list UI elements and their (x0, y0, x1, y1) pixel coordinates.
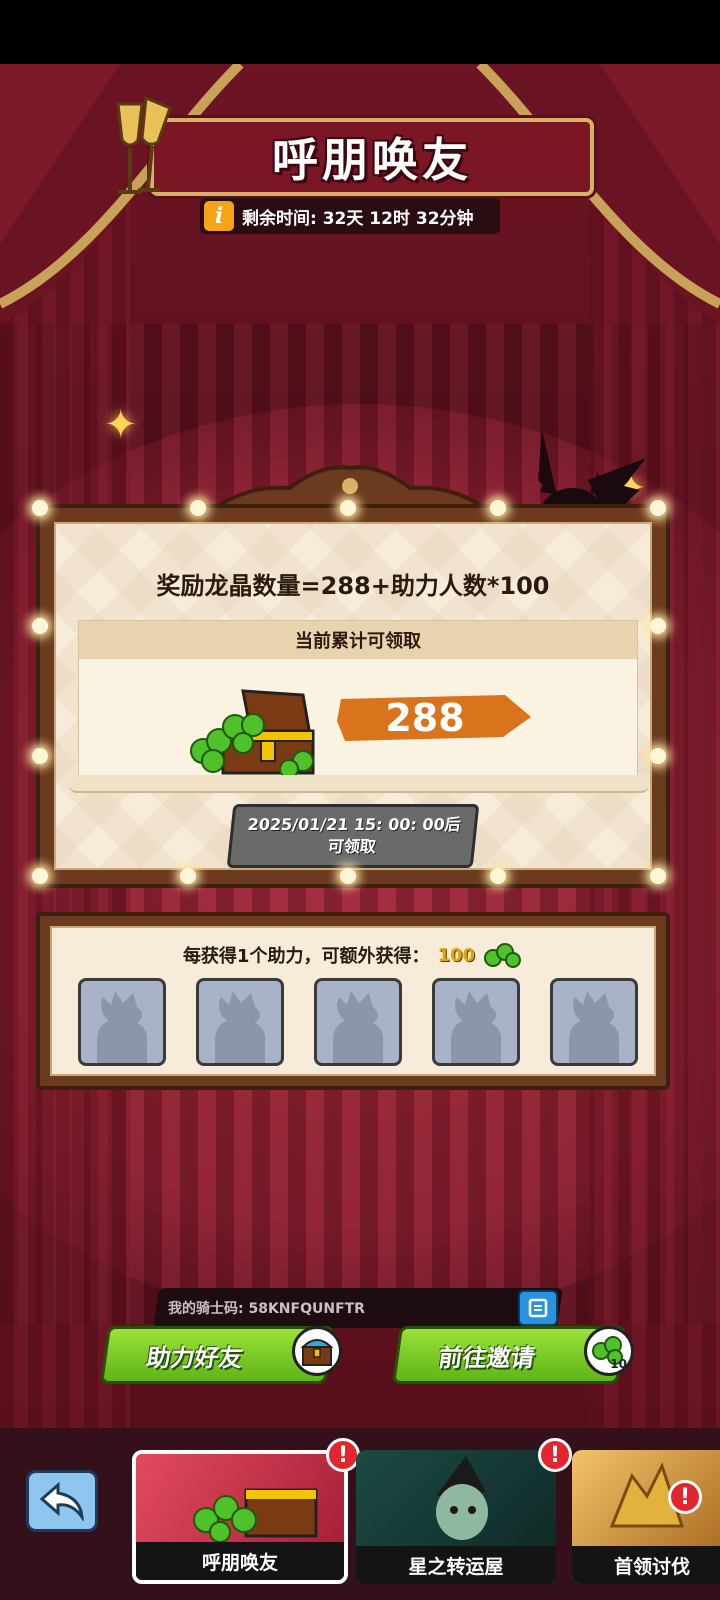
marquee-bulb (650, 868, 666, 884)
copy-icon (528, 1298, 548, 1318)
knight-code: 我的骑士码: 58KNFQUNFTR (168, 1301, 365, 1317)
reward-amount: 288 (385, 696, 465, 740)
helper-slot[interactable] (196, 978, 284, 1066)
marquee-bulb (650, 748, 666, 764)
tab-label: 首领讨伐 (572, 1546, 720, 1584)
chest-bubble (292, 1326, 342, 1376)
avatar-placeholder-icon (215, 991, 266, 1063)
reward-board-inner: 奖励龙晶数量=288+助力人数*100 当前累计可领取 288 2025/01/… (54, 522, 652, 870)
help-friend-label: 助力好友 (144, 1343, 245, 1372)
alert-badge: ! (326, 1438, 360, 1472)
treasure-chest-icon (190, 689, 315, 779)
marquee-bulb (650, 500, 666, 516)
copy-code-button[interactable] (518, 1290, 558, 1326)
helper-slots (78, 978, 638, 1068)
helper-slot[interactable] (78, 978, 166, 1066)
tab-fortune-house[interactable]: 星之转运屋 (356, 1450, 556, 1584)
reward-formula: 奖励龙晶数量=288+助力人数*100 (156, 572, 550, 600)
helper-slot[interactable] (314, 978, 402, 1066)
claim-button[interactable]: 2025/01/21 15: 00: 00后 可领取 (226, 804, 480, 868)
remaining-time-bar: i 剩余时间: 32天 12时 32分钟 (200, 198, 500, 234)
marquee-bulb (32, 500, 48, 516)
avatar-placeholder-icon (451, 991, 502, 1063)
remaining-time: 剩余时间: 32天 12时 32分钟 (242, 208, 474, 229)
marquee-bulb (32, 748, 48, 764)
title-banner: 呼朋唤友 (150, 118, 594, 196)
back-button[interactable] (26, 1470, 98, 1532)
tab-label: 星之转运屋 (356, 1546, 556, 1584)
go-invite-label: 前往邀请 (436, 1343, 537, 1372)
back-arrow-icon (39, 1481, 84, 1521)
marquee-bulb (32, 868, 48, 884)
marquee-bulb (180, 868, 196, 884)
marquee-bulb (490, 868, 506, 884)
helper-slot[interactable] (550, 978, 638, 1066)
marquee-bulb (490, 500, 506, 516)
reward-board: 奖励龙晶数量=288+助力人数*100 当前累计可领取 288 2025/01/… (32, 500, 670, 888)
alert-badge: ! (538, 1438, 572, 1472)
sparkle-icon: ✦ (104, 402, 138, 448)
status-bar (0, 0, 720, 64)
event-stage: 呼朋唤友 i 剩余时间: 32天 12时 32分钟 ✦ ✦ 奖励龙晶数量=288… (0, 64, 720, 1600)
marquee-bulb (340, 868, 356, 884)
tab-boss-raid[interactable]: 首领讨伐 (572, 1450, 720, 1584)
treasure-chest-icon (193, 1488, 318, 1543)
treasure-chest-icon (300, 1339, 334, 1366)
accumulated-label: 当前累计可领取 (79, 621, 637, 659)
tab-label: 呼朋唤友 (136, 1542, 344, 1580)
assist-panel: 每获得1个助力，可额外获得： 100 (36, 912, 670, 1090)
avatar-placeholder-icon (569, 991, 620, 1063)
avatar-placeholder-icon (333, 991, 384, 1063)
assist-title-row: 每获得1个助力，可额外获得： 100 (52, 942, 654, 968)
claim-time: 2025/01/21 15: 00: 00后 (246, 815, 462, 834)
crystal-bubble: 10 (584, 1326, 634, 1376)
witch-character-icon (436, 1456, 488, 1540)
info-icon[interactable]: i (204, 201, 234, 231)
marquee-bulb (32, 618, 48, 634)
avatar-placeholder-icon (97, 991, 148, 1063)
scroll-curl (69, 775, 649, 793)
claim-suffix: 可领取 (326, 837, 377, 856)
marquee-bulb (340, 500, 356, 516)
assist-title: 每获得1个助力，可额外获得： (182, 946, 430, 967)
marquee-bulb (650, 618, 666, 634)
assist-panel-inner: 每获得1个助力，可额外获得： 100 (50, 926, 656, 1076)
accumulated-scroll: 当前累计可领取 288 (69, 620, 649, 793)
assist-bonus: 100 (437, 944, 476, 966)
dragon-crystal-icon (484, 943, 522, 968)
helper-slot[interactable] (432, 978, 520, 1066)
page-title: 呼朋唤友 (272, 133, 472, 187)
alert-badge: ! (668, 1480, 702, 1514)
invite-badge: 10 (610, 1357, 627, 1371)
marquee-bulb (190, 500, 206, 516)
champagne-glasses-icon (116, 95, 172, 194)
tab-invite-friends[interactable]: 呼朋唤友 (132, 1450, 348, 1584)
